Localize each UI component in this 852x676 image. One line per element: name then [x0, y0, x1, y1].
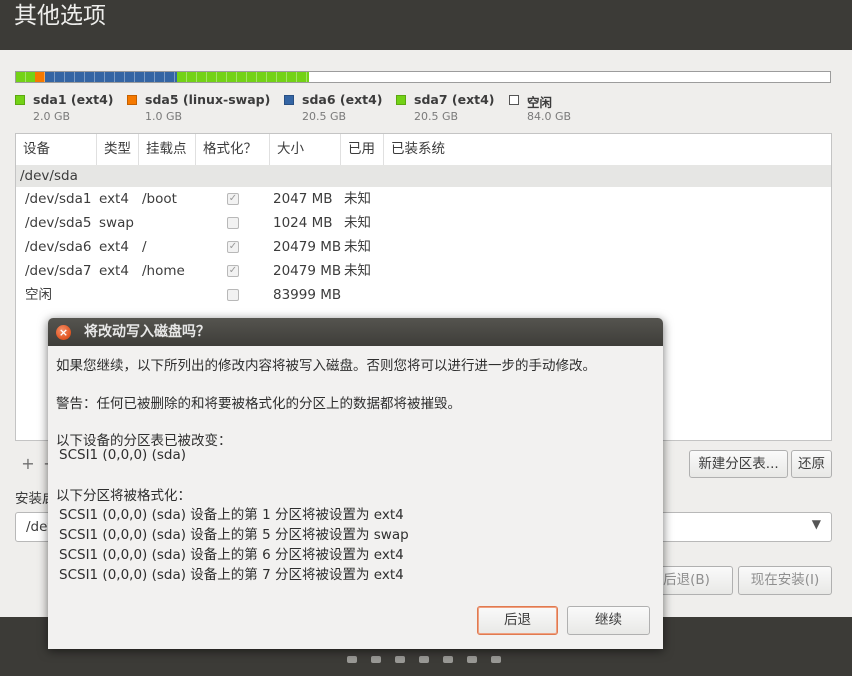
partition-bar-segment — [45, 72, 177, 82]
revert-button[interactable]: 还原 — [791, 450, 832, 478]
dialog-format-heading: 以下分区将被格式化： — [56, 488, 191, 504]
dialog-titlebar: × 将改动写入磁盘吗？ — [48, 318, 663, 346]
dialog-table-heading: 以下设备的分区表已被改变： — [56, 433, 232, 449]
format-checkbox[interactable] — [227, 289, 239, 301]
partition-bar-segment — [176, 72, 309, 82]
window-header: 其他选项 — [0, 0, 852, 50]
partition-bar-segment — [35, 72, 46, 82]
cell-size: 2047 MB — [273, 191, 333, 207]
partition-bar-segment — [16, 72, 36, 82]
cell-used: 未知 — [344, 215, 371, 231]
confirm-dialog: × 将改动写入磁盘吗？ 如果您继续，以下所列出的修改内容将被写入磁盘。否则您将可… — [48, 318, 663, 649]
table-row[interactable]: /dev/sda6 ext4 / 20479 MB 未知 ✓ — [16, 235, 831, 259]
progress-dot — [371, 656, 381, 663]
progress-dot — [491, 656, 501, 663]
column-used[interactable]: 已用 — [341, 134, 384, 165]
add-partition-button[interactable]: + — [17, 451, 39, 477]
dialog-warning: 警告：任何已被删除的和将要被格式化的分区上的数据都将被摧毁。 — [56, 396, 461, 412]
dialog-format-line: SCSI1 (0,0,0) (sda) 设备上的第 5 分区将被设置为 swap — [59, 527, 409, 543]
cell-used: 未知 — [344, 239, 371, 255]
dialog-back-button[interactable]: 后退 — [477, 606, 558, 635]
cell-type: ext4 — [99, 239, 129, 255]
column-mount[interactable]: 挂载点 — [139, 134, 196, 165]
cell-mount: /home — [142, 263, 185, 279]
legend-size: 20.5 GB — [414, 110, 459, 123]
dialog-format-line: SCSI1 (0,0,0) (sda) 设备上的第 7 分区将被设置为 ext4 — [59, 567, 404, 583]
new-partition-table-button[interactable]: 新建分区表... — [689, 450, 788, 478]
legend-label: sda7 (ext4) — [414, 92, 495, 107]
cell-type: ext4 — [99, 263, 129, 279]
format-checkbox[interactable]: ✓ — [227, 265, 239, 277]
table-header: 设备 类型 挂载点 格式化？ 大小 已用 已装系统 — [16, 134, 831, 166]
cell-device: /dev/sda5 — [25, 215, 92, 231]
cell-device: /dev/sda6 — [25, 239, 92, 255]
format-checkbox[interactable]: ✓ — [227, 241, 239, 253]
table-row[interactable]: /dev/sda7 ext4/home 20479 MB 未知 ✓ — [16, 259, 831, 283]
dialog-format-line: SCSI1 (0,0,0) (sda) 设备上的第 1 分区将被设置为 ext4 — [59, 507, 404, 523]
legend-size: 20.5 GB — [302, 110, 347, 123]
progress-dot — [467, 656, 477, 663]
format-checkbox[interactable] — [227, 217, 239, 229]
cell-used: 未知 — [344, 191, 371, 207]
legend-label: sda5 (linux-swap) — [145, 92, 271, 107]
dialog-continue-button[interactable]: 继续 — [567, 606, 650, 635]
cell-device: /dev/sda7 — [25, 263, 92, 279]
cell-type: swap — [99, 215, 134, 231]
cell-mount: / — [142, 239, 147, 255]
progress-dot — [419, 656, 429, 663]
chevron-down-icon: ▼ — [811, 517, 821, 531]
dialog-title: 将改动写入磁盘吗？ — [84, 324, 210, 340]
legend-size: 84.0 GB — [527, 110, 572, 123]
page-title: 其他选项 — [14, 3, 106, 29]
legend-label: 空闲 — [527, 95, 553, 110]
column-device[interactable]: 设备 — [16, 134, 97, 165]
legend-size: 1.0 GB — [145, 110, 183, 123]
progress-dot — [395, 656, 405, 663]
cell-size: 20479 MB — [273, 239, 342, 255]
dialog-intro: 如果您继续，以下所列出的修改内容将被写入磁盘。否则您将可以进行进一步的手动修改。 — [56, 358, 596, 374]
legend-size: 2.0 GB — [33, 110, 71, 123]
table-row[interactable]: 空闲 83999 MB — [16, 283, 831, 307]
legend-swatch — [284, 95, 294, 105]
partition-bar — [15, 71, 831, 83]
column-system[interactable]: 已装系统 — [384, 134, 831, 165]
install-now-button[interactable]: 现在安装(I) — [738, 566, 832, 595]
format-checkbox[interactable]: ✓ — [227, 193, 239, 205]
cell-mount: /boot — [142, 191, 177, 207]
close-icon[interactable]: × — [56, 325, 71, 340]
table-row[interactable]: /dev/sda1 ext4/boot 2047 MB 未知 ✓ — [16, 187, 831, 211]
cell-size: 20479 MB — [273, 263, 342, 279]
legend-swatch — [396, 95, 406, 105]
progress-dot — [347, 656, 357, 663]
cell-size: 83999 MB — [273, 287, 342, 303]
legend-label: sda6 (ext4) — [302, 92, 383, 107]
progress-dot — [443, 656, 453, 663]
dialog-table-device: SCSI1 (0,0,0) (sda) — [59, 447, 187, 463]
partition-bar-segment — [308, 72, 830, 82]
dialog-format-line: SCSI1 (0,0,0) (sda) 设备上的第 6 分区将被设置为 ext4 — [59, 547, 404, 563]
legend-label: sda1 (ext4) — [33, 92, 114, 107]
table-row[interactable]: /dev/sda5 swap 1024 MB 未知 — [16, 211, 831, 235]
column-size[interactable]: 大小 — [270, 134, 341, 165]
legend-swatch — [127, 95, 137, 105]
cell-device: 空闲 — [25, 287, 52, 303]
legend-swatch — [15, 95, 25, 105]
cell-used: 未知 — [344, 263, 371, 279]
legend-swatch — [509, 95, 519, 105]
cell-type: ext4 — [99, 191, 129, 207]
device-group-row[interactable]: /dev/sda — [16, 165, 831, 187]
column-format[interactable]: 格式化？ — [196, 134, 270, 165]
cell-device: /dev/sda1 — [25, 191, 92, 207]
cell-size: 1024 MB — [273, 215, 333, 231]
column-type[interactable]: 类型 — [97, 134, 139, 165]
